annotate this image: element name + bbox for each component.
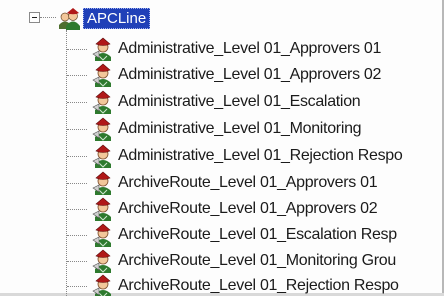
user-role-icon — [90, 170, 116, 196]
tree-node[interactable]: ArchiveRoute_Level 01_Approvers 02 — [90, 196, 378, 222]
user-role-icon — [90, 62, 116, 88]
tree-connector — [66, 30, 67, 296]
tree-root-label: APCLine — [83, 7, 151, 29]
tree-connector — [67, 49, 87, 50]
tree-node[interactable]: ArchiveRoute_Level 01_Approvers 01 — [90, 170, 378, 196]
tree-node-label: ArchiveRoute_Level 01_Rejection Respo — [118, 277, 399, 294]
user-role-icon — [90, 143, 116, 169]
tree-connector — [67, 156, 87, 157]
tree-node-label: Administrative_Level 01_Escalation — [118, 93, 361, 110]
tree-node[interactable]: Administrative_Level 01_Rejection Respo — [90, 143, 403, 169]
user-role-icon — [90, 36, 116, 62]
tree-connector — [67, 129, 87, 130]
tree-node-label: Administrative_Level 01_Approvers 02 — [118, 66, 382, 83]
tree-node[interactable]: ArchiveRoute_Level 01_Rejection Respo — [90, 273, 399, 296]
tree-node[interactable]: Administrative_Level 01_Escalation — [90, 89, 361, 115]
user-role-icon — [90, 273, 116, 296]
tree-connector — [67, 183, 87, 184]
tree-connector — [67, 75, 87, 76]
tree-node-label: Administrative_Level 01_Monitoring — [118, 120, 362, 137]
user-role-icon — [90, 89, 116, 115]
tree-node-label: ArchiveRoute_Level 01_Escalation Resp — [118, 226, 397, 243]
user-role-icon — [90, 222, 116, 248]
tree-root-node[interactable]: APCLine — [56, 5, 151, 31]
tree-connector — [40, 17, 56, 18]
collapse-toggle-icon[interactable] — [29, 12, 40, 23]
tree-node-label: ArchiveRoute_Level 01_Approvers 02 — [118, 200, 378, 217]
tree-node[interactable]: ArchiveRoute_Level 01_Monitoring Grou — [90, 248, 396, 274]
user-group-icon — [56, 5, 82, 31]
tree-node[interactable]: ArchiveRoute_Level 01_Escalation Resp — [90, 222, 397, 248]
tree-connector — [67, 261, 87, 262]
tree-view[interactable]: APCLine Administrative_Level 01_Approver… — [0, 0, 444, 296]
tree-node[interactable]: Administrative_Level 01_Approvers 01 — [90, 36, 381, 62]
user-role-icon — [90, 248, 116, 274]
user-role-icon — [90, 196, 116, 222]
tree-connector — [67, 209, 87, 210]
tree-node-label: ArchiveRoute_Level 01_Monitoring Grou — [118, 252, 396, 269]
user-role-icon — [90, 116, 116, 142]
tree-node-label: Administrative_Level 01_Rejection Respo — [118, 147, 403, 164]
tree-connector — [67, 235, 87, 236]
tree-node[interactable]: Administrative_Level 01_Approvers 02 — [90, 62, 381, 88]
tree-node-label: Administrative_Level 01_Approvers 01 — [118, 40, 382, 57]
tree-connector — [67, 102, 87, 103]
tree-node-label: ArchiveRoute_Level 01_Approvers 01 — [118, 174, 378, 191]
tree-node[interactable]: Administrative_Level 01_Monitoring — [90, 116, 362, 142]
tree-connector — [67, 286, 87, 287]
